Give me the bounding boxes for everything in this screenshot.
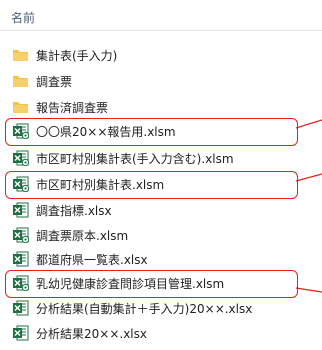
callout-arrow bbox=[295, 119, 322, 293]
